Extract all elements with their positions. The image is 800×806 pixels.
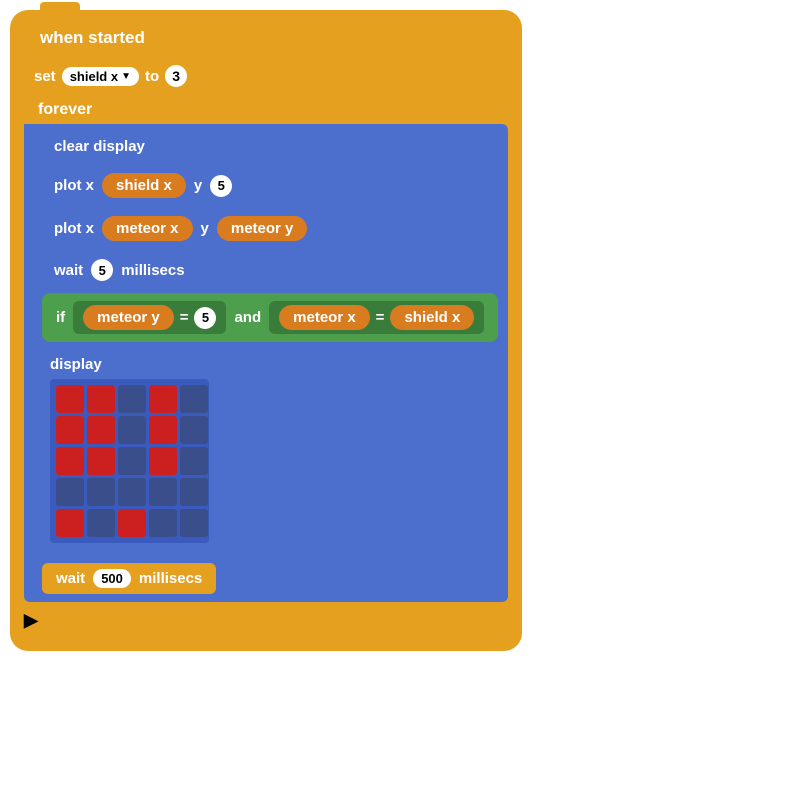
clear-display-label: clear display (54, 138, 145, 155)
outer-scratch-block: when started set shield x ▼ to 3 forever… (10, 10, 522, 651)
shield-x-dropdown[interactable]: shield x ▼ (62, 67, 139, 86)
to-value-bubble[interactable]: 3 (165, 65, 187, 87)
led-cell (56, 416, 84, 444)
display-label: display (50, 356, 209, 373)
led-cell (180, 509, 208, 537)
led-cell (149, 509, 177, 537)
meteor-y-if-pill: meteor y (83, 305, 174, 330)
led-cell (118, 385, 146, 413)
led-cell (87, 416, 115, 444)
forever-inner: clear display plot x shield x y 5 plot x… (24, 124, 508, 602)
set-label: set (34, 68, 56, 85)
shield-x-pill: shield x (102, 173, 186, 198)
millisecs-label: millisecs (121, 262, 184, 279)
if-label: if (56, 309, 65, 326)
plot-x-meteor-block: plot x meteor x y meteor y (42, 210, 319, 247)
led-cell (87, 509, 115, 537)
meteor-x-if-pill: meteor x (279, 305, 370, 330)
led-cell (56, 509, 84, 537)
led-cell (56, 447, 84, 475)
led-cell (87, 478, 115, 506)
shield-x-value: shield x (70, 69, 118, 84)
meteor-x-pill: meteor x (102, 216, 193, 241)
when-started-block: when started (24, 20, 161, 56)
led-cell (118, 478, 146, 506)
dropdown-arrow-icon: ▼ (121, 71, 131, 82)
led-cell (87, 447, 115, 475)
millisecs-500-label: millisecs (139, 570, 202, 587)
led-cell (149, 385, 177, 413)
led-cell (149, 416, 177, 444)
led-cell (56, 385, 84, 413)
wait-5-block: wait 5 millisecs (42, 253, 197, 287)
wait-500-value: 500 (93, 569, 131, 588)
play-arrow-icon[interactable]: ▶ (24, 610, 508, 631)
led-cell (180, 416, 208, 444)
meteor-x-eq-block: meteor x = shield x (269, 301, 484, 334)
wait-label: wait (54, 262, 83, 279)
display-block: display (42, 348, 217, 551)
when-started-label: when started (40, 28, 145, 47)
plot-x1-label: plot x (54, 177, 94, 194)
plot-x-shield-block: plot x shield x y 5 (42, 167, 244, 204)
led-cell (118, 416, 146, 444)
plot-x2-label: plot x (54, 220, 94, 237)
led-cell (180, 447, 208, 475)
led-cell (180, 385, 208, 413)
wait-500-label: wait (56, 570, 85, 587)
y-val1-bubble: 5 (210, 175, 232, 197)
led-cell (87, 385, 115, 413)
led-cell (149, 478, 177, 506)
if-block: if meteor y = 5 and meteor x = (42, 293, 498, 342)
led-cell (149, 447, 177, 475)
clear-display-block: clear display (42, 132, 157, 161)
val5-bubble: 5 (194, 307, 216, 329)
led-cell (118, 447, 146, 475)
to-label: to (145, 68, 159, 85)
led-cell (180, 478, 208, 506)
meteor-y-eq-block: meteor y = 5 (73, 301, 226, 334)
wait-val-bubble: 5 (91, 259, 113, 281)
led-grid (50, 379, 209, 543)
set-block: set shield x ▼ to 3 (24, 60, 197, 92)
and-label: and (234, 309, 261, 326)
meteor-y-pill: meteor y (217, 216, 308, 241)
led-cell (118, 509, 146, 537)
led-cell (56, 478, 84, 506)
y-label1: y (194, 177, 202, 194)
eq2-label: = (376, 309, 385, 326)
shield-x-if-pill: shield x (390, 305, 474, 330)
forever-label: forever (24, 96, 106, 124)
wait-500-block: wait 500 millisecs (42, 563, 216, 594)
y-label2: y (201, 220, 209, 237)
eq1-label: = (180, 309, 189, 326)
